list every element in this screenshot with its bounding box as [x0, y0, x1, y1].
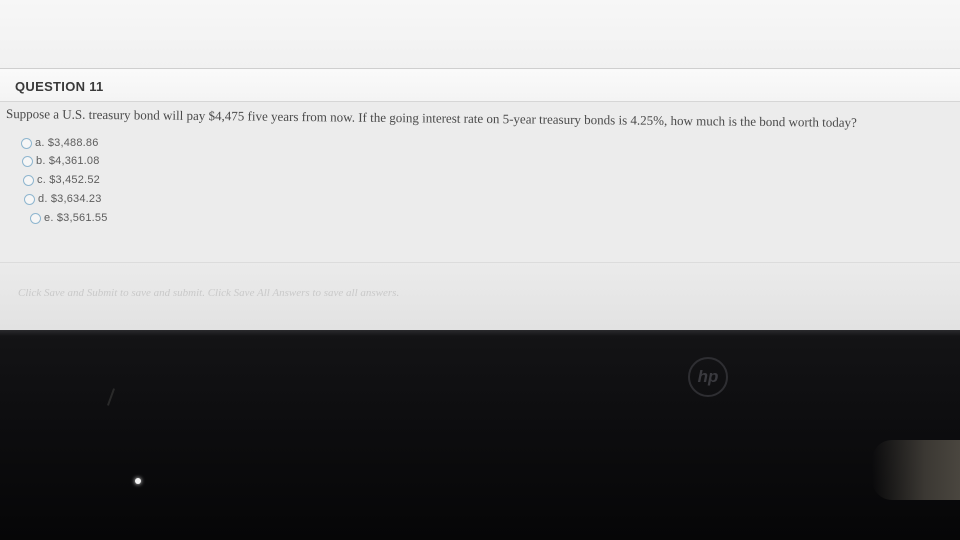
background-light: [872, 440, 960, 500]
answer-label: d. $3,634.23: [38, 193, 102, 205]
answer-label: c. $3,452.52: [37, 174, 100, 186]
radio-button[interactable]: [21, 137, 32, 149]
question-body: Suppose a U.S. treasury bond will pay $4…: [0, 102, 960, 262]
page-top-area: [0, 0, 960, 68]
screen: QUESTION 11 Suppose a U.S. treasury bond…: [0, 0, 960, 330]
save-bar: Click Save and Submit to save and submit…: [0, 262, 960, 330]
power-led-icon: [135, 478, 141, 484]
radio-button[interactable]: [30, 212, 41, 224]
bezel-reflection: [106, 388, 116, 406]
save-instructions: Click Save and Submit to save and submit…: [18, 287, 400, 299]
answer-option-a[interactable]: a. $3,488.86: [21, 137, 99, 149]
answer-option-e[interactable]: e. $3,561.55: [30, 212, 108, 224]
answer-label: a. $3,488.86: [35, 137, 99, 149]
radio-button[interactable]: [22, 155, 33, 167]
answer-label: e. $3,561.55: [44, 212, 108, 224]
radio-button[interactable]: [24, 193, 35, 205]
question-header: QUESTION 11: [0, 68, 960, 102]
bezel-edge: [0, 330, 960, 336]
hp-logo-icon: hp: [688, 357, 728, 397]
answer-option-c[interactable]: c. $3,452.52: [23, 174, 100, 186]
monitor-bezel: hp: [0, 330, 960, 540]
question-title: QUESTION 11: [15, 79, 104, 94]
question-text: Suppose a U.S. treasury bond will pay $4…: [5, 106, 857, 130]
answer-label: b. $4,361.08: [36, 155, 100, 167]
radio-button[interactable]: [23, 174, 34, 186]
answer-option-d[interactable]: d. $3,634.23: [24, 193, 102, 205]
answer-option-b[interactable]: b. $4,361.08: [22, 155, 100, 167]
